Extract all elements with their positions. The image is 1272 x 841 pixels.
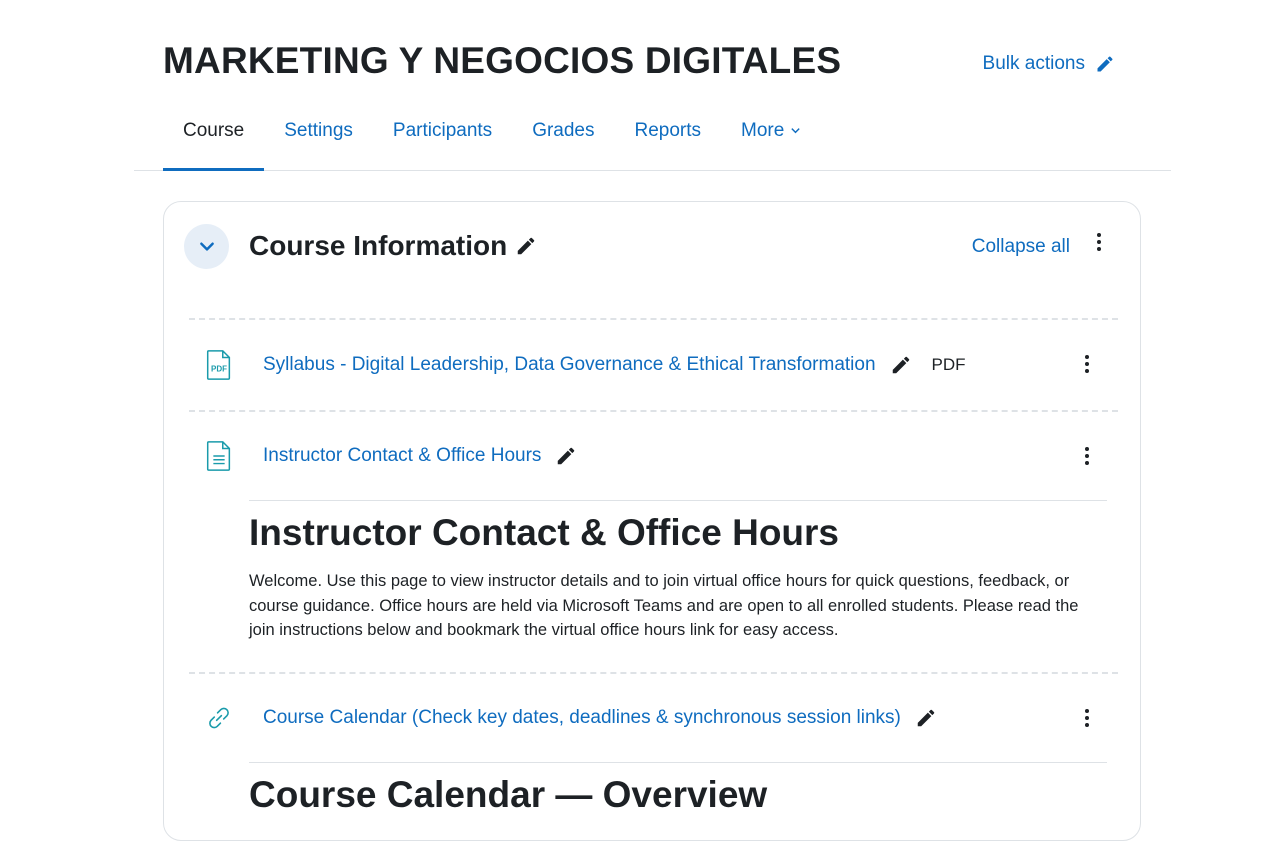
section-actions-menu-icon[interactable] xyxy=(1094,233,1104,251)
section-collapse-button[interactable] xyxy=(184,223,229,269)
tab-more-label: More xyxy=(741,120,785,141)
activity-edit-button[interactable] xyxy=(555,445,577,467)
pencil-icon xyxy=(1097,56,1113,72)
activity-actions-menu-icon[interactable] xyxy=(1082,709,1092,727)
section-edit-button[interactable] xyxy=(515,235,537,257)
course-title: MARKETING Y NEGOCIOS DIGITALES xyxy=(163,40,842,81)
tab-participants-label: Participants xyxy=(392,120,493,141)
activity-description: Instructor Contact & Office Hours Welcom… xyxy=(249,500,1107,643)
activity-link-instructor-contact[interactable]: Instructor Contact & Office Hours xyxy=(263,445,541,467)
description-text: Welcome. Use this page to view instructo… xyxy=(249,572,1079,640)
svg-text:PDF: PDF xyxy=(211,365,227,374)
section-title: Course Information xyxy=(249,230,508,261)
pencil-icon xyxy=(558,447,575,465)
activity-description: Course Calendar — Overview xyxy=(249,762,1107,817)
activity-item: Course Calendar (Check key dates, deadli… xyxy=(189,672,1118,817)
activity-link-course-calendar[interactable]: Course Calendar (Check key dates, deadli… xyxy=(263,707,901,729)
tab-participants[interactable]: Participants xyxy=(373,108,512,170)
tab-course-label: Course xyxy=(183,120,245,141)
activity-link-syllabus[interactable]: Syllabus - Digital Leadership, Data Gove… xyxy=(263,354,876,376)
tab-reports-label: Reports xyxy=(634,120,702,141)
bulk-actions-label: Bulk actions xyxy=(982,53,1085,74)
page-document-icon xyxy=(203,440,235,472)
course-section: Course Information Collapse all PDF Syll… xyxy=(163,201,1141,841)
tab-grades-label: Grades xyxy=(532,120,595,141)
tab-settings[interactable]: Settings xyxy=(264,108,373,170)
pencil-icon xyxy=(892,356,909,374)
chevron-down-icon xyxy=(790,120,801,142)
activity-item: PDF Syllabus - Digital Leadership, Data … xyxy=(189,318,1118,410)
activity-item: Instructor Contact & Office Hours Instru… xyxy=(189,410,1118,643)
tab-more[interactable]: More xyxy=(721,108,821,170)
activity-actions-menu-icon[interactable] xyxy=(1082,447,1092,465)
tab-reports[interactable]: Reports xyxy=(615,108,722,170)
description-heading: Instructor Contact & Office Hours xyxy=(249,512,839,553)
section-header: Course Information Collapse all xyxy=(184,222,1120,270)
pencil-icon xyxy=(917,709,935,727)
file-type-badge: PDF xyxy=(931,355,966,374)
activity-actions-menu-icon[interactable] xyxy=(1082,355,1092,373)
course-navigation: Course Settings Participants Grades Repo… xyxy=(134,108,1171,171)
tab-settings-label: Settings xyxy=(284,120,353,141)
activity-edit-button[interactable] xyxy=(890,354,912,376)
tab-grades[interactable]: Grades xyxy=(512,108,614,170)
tab-more-wrap: More xyxy=(741,120,801,142)
page-header: MARKETING Y NEGOCIOS DIGITALES Bulk acti… xyxy=(163,36,1115,86)
pencil-icon xyxy=(517,237,535,255)
description-heading: Course Calendar — Overview xyxy=(249,774,768,815)
chevron-down-icon xyxy=(199,242,214,251)
link-icon xyxy=(203,702,235,734)
collapse-all-link[interactable]: Collapse all xyxy=(972,236,1070,258)
tab-course[interactable]: Course xyxy=(163,108,265,171)
activity-edit-button[interactable] xyxy=(915,707,937,729)
bulk-actions-button[interactable]: Bulk actions xyxy=(983,53,1115,75)
pdf-icon: PDF xyxy=(203,349,235,381)
